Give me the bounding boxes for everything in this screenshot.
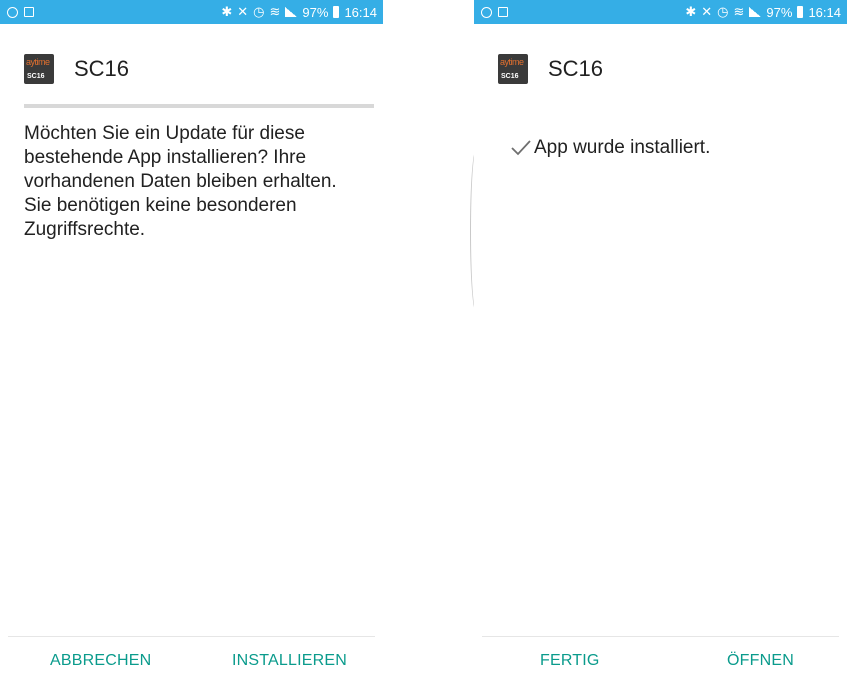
app-icon-text-top: aytime bbox=[26, 57, 50, 67]
battery-icon bbox=[333, 6, 340, 18]
wifi-icon: ≋ bbox=[269, 4, 281, 19]
alarm-icon: ◷ bbox=[253, 4, 265, 19]
open-button[interactable]: ÖFFNEN bbox=[721, 648, 800, 674]
button-bar-divider bbox=[482, 636, 839, 637]
battery-icon bbox=[797, 6, 804, 18]
install-status-text: App wurde installiert. bbox=[534, 137, 711, 158]
bluetooth-icon: ✱ bbox=[685, 4, 697, 19]
app-name: SC16 bbox=[548, 56, 604, 81]
install-prompt-screen: ✱ ✕ ◷ ≋ 97% 16:14 aytime SC16 SC16 Möcht… bbox=[0, 0, 383, 681]
app-icon-text-bottom: SC16 bbox=[27, 73, 45, 80]
update-message: Möchten Sie ein Update für diese bestehe… bbox=[24, 123, 337, 240]
alarm-icon: ◷ bbox=[717, 4, 729, 19]
done-button[interactable]: FERTIG bbox=[534, 648, 606, 674]
gallery-icon bbox=[24, 7, 34, 17]
status-bar: ✱ ✕ ◷ ≋ 97% 16:14 bbox=[0, 0, 383, 24]
button-bar-divider bbox=[8, 636, 375, 637]
signal-icon bbox=[285, 7, 298, 17]
app-icon: aytime SC16 bbox=[498, 54, 528, 84]
bluetooth-icon: ✱ bbox=[221, 4, 233, 19]
app-header: aytime SC16 SC16 bbox=[498, 54, 603, 84]
app-name: SC16 bbox=[74, 56, 130, 81]
screenshot-canvas: ✱ ✕ ◷ ≋ 97% 16:14 aytime SC16 SC16 Möcht… bbox=[0, 0, 847, 681]
whatsapp-icon bbox=[7, 6, 18, 18]
clock: 16:14 bbox=[808, 4, 841, 20]
signal-icon bbox=[749, 7, 762, 17]
mute-icon: ✕ bbox=[701, 4, 713, 19]
battery-percent: 97% bbox=[302, 4, 329, 20]
cancel-button[interactable]: ABBRECHEN bbox=[44, 648, 157, 674]
app-header: aytime SC16 SC16 bbox=[24, 54, 129, 84]
install-button[interactable]: INSTALLIEREN bbox=[226, 648, 353, 674]
clock: 16:14 bbox=[344, 4, 377, 20]
app-icon: aytime SC16 bbox=[24, 54, 54, 84]
install-status: App wurde installiert. bbox=[510, 137, 710, 159]
app-icon-text-top: aytime bbox=[500, 57, 524, 67]
battery-percent: 97% bbox=[766, 4, 793, 20]
wifi-icon: ≋ bbox=[733, 4, 745, 19]
app-icon-text-bottom: SC16 bbox=[501, 73, 519, 80]
whatsapp-icon bbox=[481, 6, 492, 18]
header-divider bbox=[24, 104, 374, 108]
mute-icon: ✕ bbox=[237, 4, 249, 19]
status-bar: ✱ ✕ ◷ ≋ 97% 16:14 bbox=[474, 0, 847, 24]
checkmark-icon bbox=[510, 139, 532, 157]
install-complete-screen: ✱ ✕ ◷ ≋ 97% 16:14 aytime SC16 SC16 App w… bbox=[474, 0, 847, 681]
gallery-icon bbox=[498, 7, 508, 17]
